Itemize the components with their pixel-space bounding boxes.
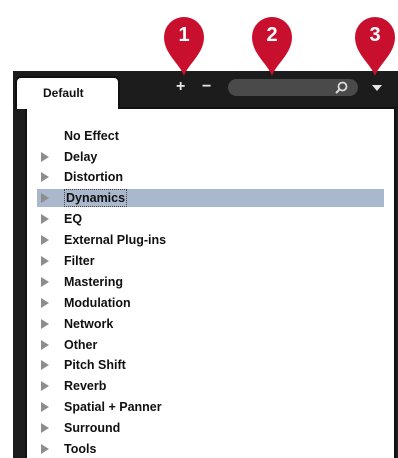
list-item[interactable]: No Effect [40, 127, 384, 145]
list-item-label: Network [64, 317, 114, 331]
callout-number: 2 [266, 24, 278, 46]
triangle-right-icon[interactable] [41, 256, 49, 266]
callout-number: 1 [178, 24, 190, 46]
list-item[interactable]: Pitch Shift [40, 356, 384, 374]
triangle-right-icon[interactable] [41, 340, 49, 350]
triangle-right-icon[interactable] [41, 193, 49, 203]
triangle-right-icon[interactable] [41, 172, 49, 182]
callout-marker-1: 1 [162, 16, 206, 78]
list-item-label: External Plug-ins [64, 233, 167, 247]
tab-default[interactable]: Default [15, 76, 120, 109]
triangle-right-icon[interactable] [41, 235, 49, 245]
list-item[interactable]: Surround [40, 419, 384, 437]
list-item-label: Pitch Shift [64, 358, 126, 372]
list-item[interactable]: External Plug-ins [40, 231, 384, 249]
list-item-label: Dynamics [64, 189, 128, 207]
callout-marker-2: 2 [250, 16, 294, 78]
list-item[interactable]: EQ [40, 210, 384, 228]
search-field[interactable] [228, 79, 358, 99]
triangle-down-icon[interactable] [372, 85, 382, 91]
list-item[interactable]: Network [40, 315, 384, 333]
triangle-right-icon[interactable] [41, 360, 49, 370]
triangle-right-icon[interactable] [41, 277, 49, 287]
list-item-label: Modulation [64, 296, 131, 310]
list-item[interactable]: Spatial + Panner [40, 398, 384, 416]
magnifier-icon[interactable] [335, 81, 348, 99]
effects-browser: 1 2 3 Default + − No Effect Delay Distor… [0, 0, 398, 458]
list-item-label: Spatial + Panner [64, 400, 162, 414]
list-item[interactable]: Delay [40, 148, 384, 166]
list-item[interactable]: Distortion [40, 168, 384, 186]
list-item-label: Mastering [64, 275, 124, 289]
remove-button[interactable]: − [202, 79, 211, 95]
tab-label: Default [43, 86, 84, 100]
list-item[interactable]: Mastering [40, 273, 384, 291]
triangle-right-icon[interactable] [41, 402, 49, 412]
triangle-right-icon[interactable] [41, 298, 49, 308]
list-item-selected[interactable]: Dynamics [37, 189, 384, 207]
triangle-right-icon[interactable] [41, 319, 49, 329]
triangle-right-icon[interactable] [41, 152, 49, 162]
list-item-label: Other [64, 338, 98, 352]
callout-number: 3 [369, 24, 381, 46]
triangle-right-icon[interactable] [41, 381, 49, 391]
list-item-label: Surround [64, 421, 121, 435]
list-item-label: Tools [64, 442, 97, 456]
triangle-right-icon[interactable] [41, 214, 49, 224]
callout-marker-3: 3 [353, 16, 397, 78]
triangle-right-icon[interactable] [41, 444, 49, 454]
list-item[interactable]: Reverb [40, 377, 384, 395]
list-item[interactable]: Other [40, 336, 384, 354]
add-button[interactable]: + [176, 79, 185, 95]
list-item-label: Delay [64, 150, 98, 164]
list-item-label: EQ [64, 212, 83, 226]
list-item[interactable]: Modulation [40, 294, 384, 312]
list-item[interactable]: Tools [40, 440, 384, 458]
list-item-label: Distortion [64, 170, 124, 184]
list-item-label: Reverb [64, 379, 107, 393]
list-item[interactable]: Filter [40, 252, 384, 270]
search-input[interactable] [228, 80, 336, 98]
list-item-label: No Effect [64, 129, 119, 143]
list-item-label: Filter [64, 254, 95, 268]
triangle-right-icon[interactable] [41, 423, 49, 433]
